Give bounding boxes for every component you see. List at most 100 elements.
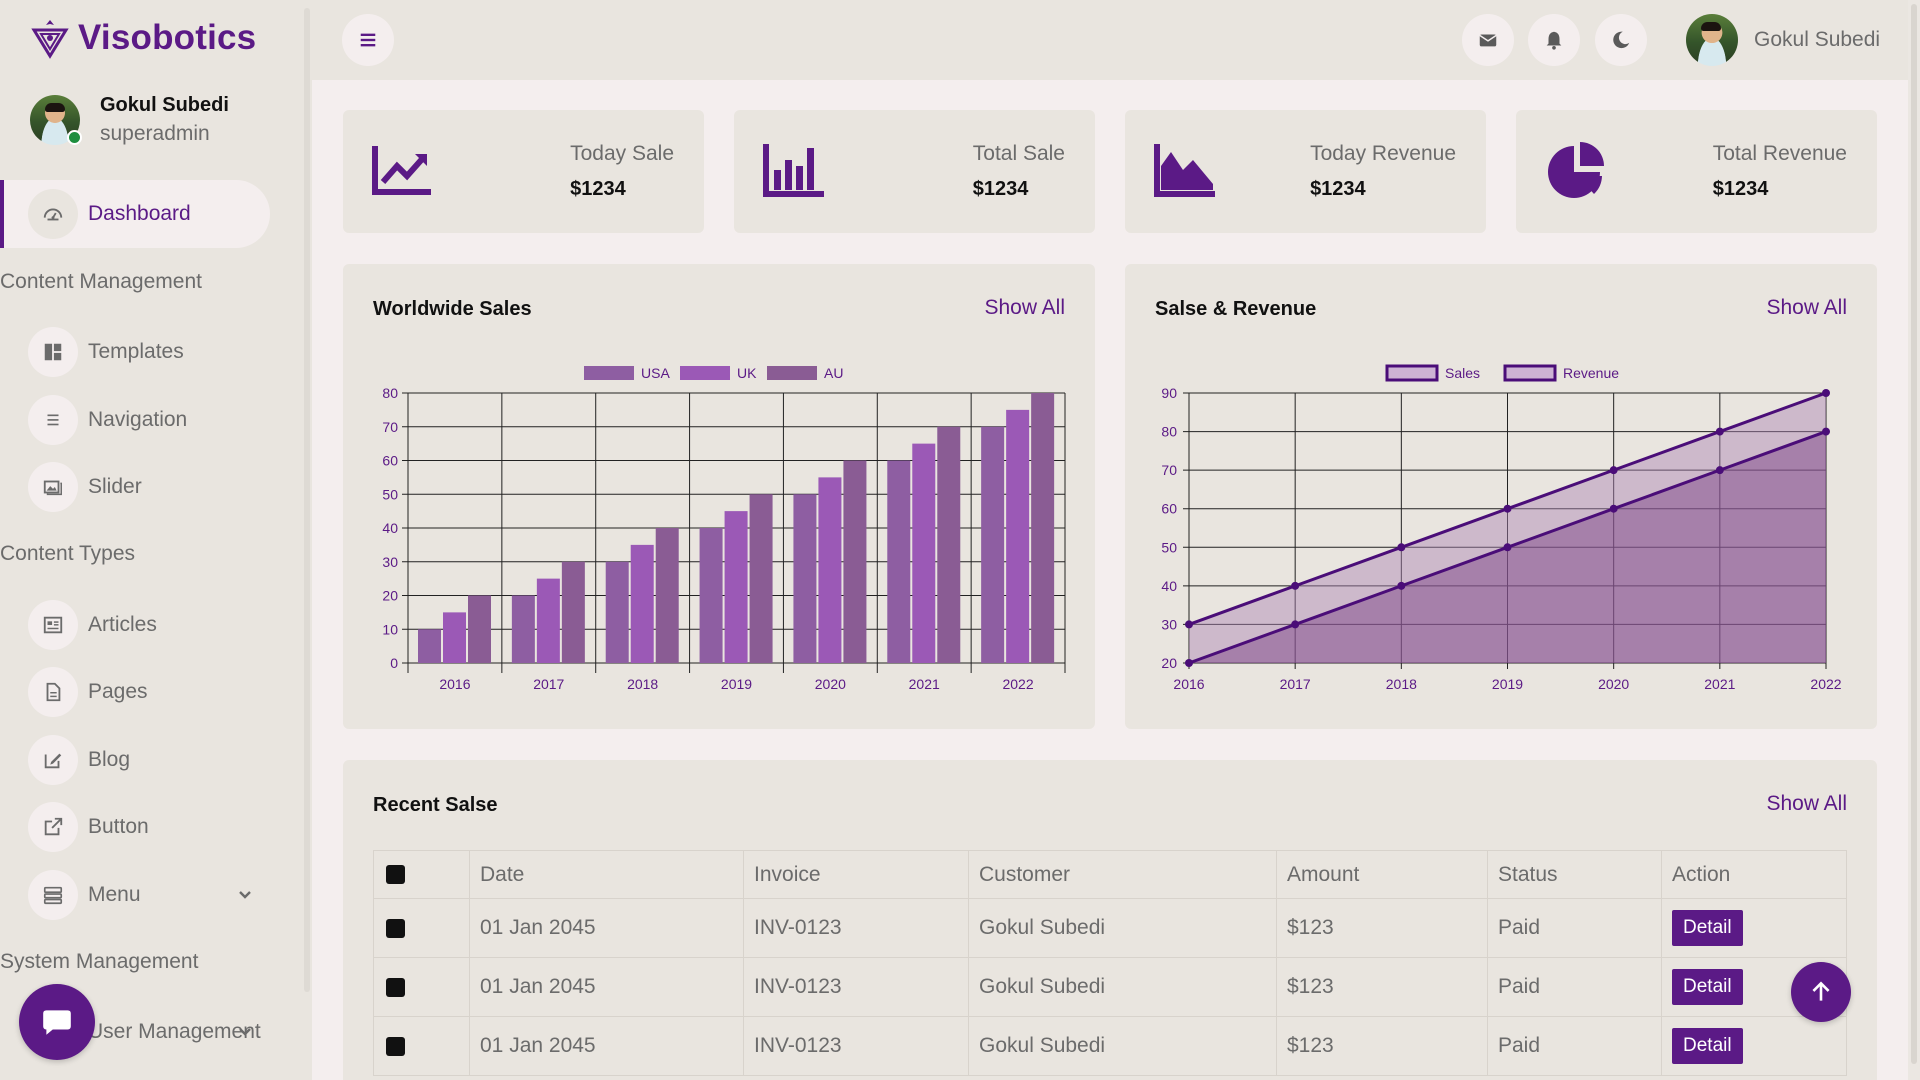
sidebar-item-templates[interactable]: Templates xyxy=(0,318,270,386)
point-revenue xyxy=(1397,543,1406,552)
invoice-cell: INV-0123 xyxy=(743,1016,969,1076)
topbar-user-name: Gokul Subedi xyxy=(1754,28,1881,51)
line-chart-icon xyxy=(372,146,431,195)
stat-card-total-revenue: Total Revenue $1234 xyxy=(1516,110,1877,233)
point-revenue xyxy=(1715,427,1724,436)
sidebar-toggle-button[interactable] xyxy=(342,14,394,66)
sidebar-item-menu[interactable]: Menu xyxy=(0,861,270,929)
row-checkbox[interactable] xyxy=(386,1036,405,1056)
menu-icon xyxy=(28,870,78,920)
legend-label: Revenue xyxy=(1563,365,1619,381)
x-tick-label: 2022 xyxy=(1002,676,1033,692)
scrollbar-thumb[interactable] xyxy=(1911,4,1917,1064)
show-all-link[interactable]: Show All xyxy=(1766,792,1847,816)
x-tick-label: 2021 xyxy=(909,676,940,692)
sidebar-item-label: Slider xyxy=(88,475,142,498)
y-tick-label: 30 xyxy=(1161,616,1177,632)
sidebar: Visobotics Gokul Subedi superadmin Dashb… xyxy=(0,0,312,1080)
y-tick-label: 20 xyxy=(1161,655,1177,671)
bar-usa xyxy=(887,460,911,663)
pages-icon xyxy=(28,667,78,717)
bar-usa xyxy=(981,426,1005,663)
speedometer-icon xyxy=(28,189,78,239)
bar-au xyxy=(1031,393,1055,663)
y-tick-label: 60 xyxy=(1161,501,1177,517)
x-tick-label: 2017 xyxy=(533,676,564,692)
point-sales xyxy=(1609,504,1618,513)
x-tick-label: 2018 xyxy=(1386,676,1417,692)
avatar xyxy=(1686,14,1738,66)
table-row: 01 Jan 2045 INV-0123 Gokul Subedi $123 P… xyxy=(373,898,1847,958)
bar-uk xyxy=(912,443,936,663)
y-tick-label: 10 xyxy=(382,621,398,637)
x-tick-label: 2016 xyxy=(439,676,470,692)
sidebar-item-button[interactable]: Button xyxy=(0,793,270,861)
sidebar-item-label: Dashboard xyxy=(88,202,191,225)
section-content-management: Content Management xyxy=(0,270,202,293)
topbar-user-menu[interactable]: Gokul Subedi xyxy=(1686,14,1880,66)
legend-swatch xyxy=(584,366,634,380)
x-tick-label: 2019 xyxy=(1492,676,1523,692)
legend-label: USA xyxy=(641,365,670,381)
column-header[interactable]: Status xyxy=(1487,850,1662,899)
sidebar-item-label: Button xyxy=(88,815,149,838)
back-to-top-button[interactable] xyxy=(1791,962,1851,1022)
bar-au xyxy=(749,494,773,663)
dark-mode-toggle[interactable] xyxy=(1595,14,1647,66)
y-tick-label: 40 xyxy=(382,520,398,536)
status-cell: Paid xyxy=(1487,957,1662,1017)
amount-cell: $123 xyxy=(1276,1016,1488,1076)
x-tick-label: 2016 xyxy=(1173,676,1204,692)
sidebar-scrollbar[interactable] xyxy=(304,8,310,992)
bar-usa xyxy=(511,595,535,663)
row-checkbox[interactable] xyxy=(386,977,405,997)
y-tick-label: 20 xyxy=(382,588,398,604)
sidebar-item-label: Menu xyxy=(88,883,141,906)
user-name: Gokul Subedi xyxy=(100,94,229,116)
column-header[interactable]: Date xyxy=(469,850,744,899)
customer-cell: Gokul Subedi xyxy=(968,1016,1277,1076)
sidebar-item-blog[interactable]: Blog xyxy=(0,726,270,794)
brand-logo[interactable]: Visobotics xyxy=(30,16,256,60)
y-tick-label: 90 xyxy=(1161,385,1177,401)
select-all-checkbox[interactable] xyxy=(386,865,405,885)
moon-icon xyxy=(1613,31,1630,49)
worldwide-sales-chart: 0 10 20 30 40 50 60 70 80 2016 2017 2018 2019 2020 202… xyxy=(382,365,1066,692)
page-scrollbar[interactable] xyxy=(1908,0,1920,1080)
notifications-button[interactable] xyxy=(1528,14,1580,66)
y-tick-label: 80 xyxy=(1161,424,1177,440)
sidebar-item-slider[interactable]: Slider xyxy=(0,453,270,521)
chat-icon xyxy=(43,1010,71,1035)
sidebar-item-pages[interactable]: Pages xyxy=(0,658,270,726)
stat-value: $1234 xyxy=(1712,178,1769,200)
date-cell: 01 Jan 2045 xyxy=(469,1016,744,1076)
sidebar-item-articles[interactable]: Articles xyxy=(0,591,270,659)
sidebar-item-dashboard[interactable]: Dashboard xyxy=(0,180,270,248)
detail-button[interactable]: Detail xyxy=(1672,1028,1743,1064)
column-header[interactable]: Action xyxy=(1661,850,1847,899)
sidebar-item-label: Pages xyxy=(88,680,148,703)
column-header[interactable]: Amount xyxy=(1276,850,1488,899)
point-revenue xyxy=(1822,389,1830,397)
arrow-up-icon xyxy=(1812,981,1830,1001)
stat-card-today-sale: Today Sale $1234 xyxy=(343,110,704,233)
column-header[interactable]: Invoice xyxy=(743,850,969,899)
hamburger-icon xyxy=(360,33,376,47)
legend-label: UK xyxy=(737,365,757,381)
messages-button[interactable] xyxy=(1462,14,1514,66)
bar-usa xyxy=(793,494,817,663)
area-chart-icon xyxy=(1154,144,1215,197)
y-tick-label: 50 xyxy=(1161,539,1177,555)
amount-cell: $123 xyxy=(1276,957,1488,1017)
point-revenue xyxy=(1185,620,1193,629)
row-checkbox[interactable] xyxy=(386,918,405,938)
detail-button[interactable]: Detail xyxy=(1672,969,1743,1005)
recent-sales-card: Recent Salse Show All Date Invoice Custo… xyxy=(343,760,1877,1080)
sidebar-item-navigation[interactable]: Navigation xyxy=(0,386,270,454)
point-revenue xyxy=(1291,581,1300,590)
column-header[interactable]: Customer xyxy=(968,850,1277,899)
chevron-down-icon xyxy=(239,891,251,899)
detail-button[interactable]: Detail xyxy=(1672,910,1743,946)
action-cell: Detail xyxy=(1661,1016,1847,1076)
chat-button[interactable] xyxy=(19,984,95,1060)
